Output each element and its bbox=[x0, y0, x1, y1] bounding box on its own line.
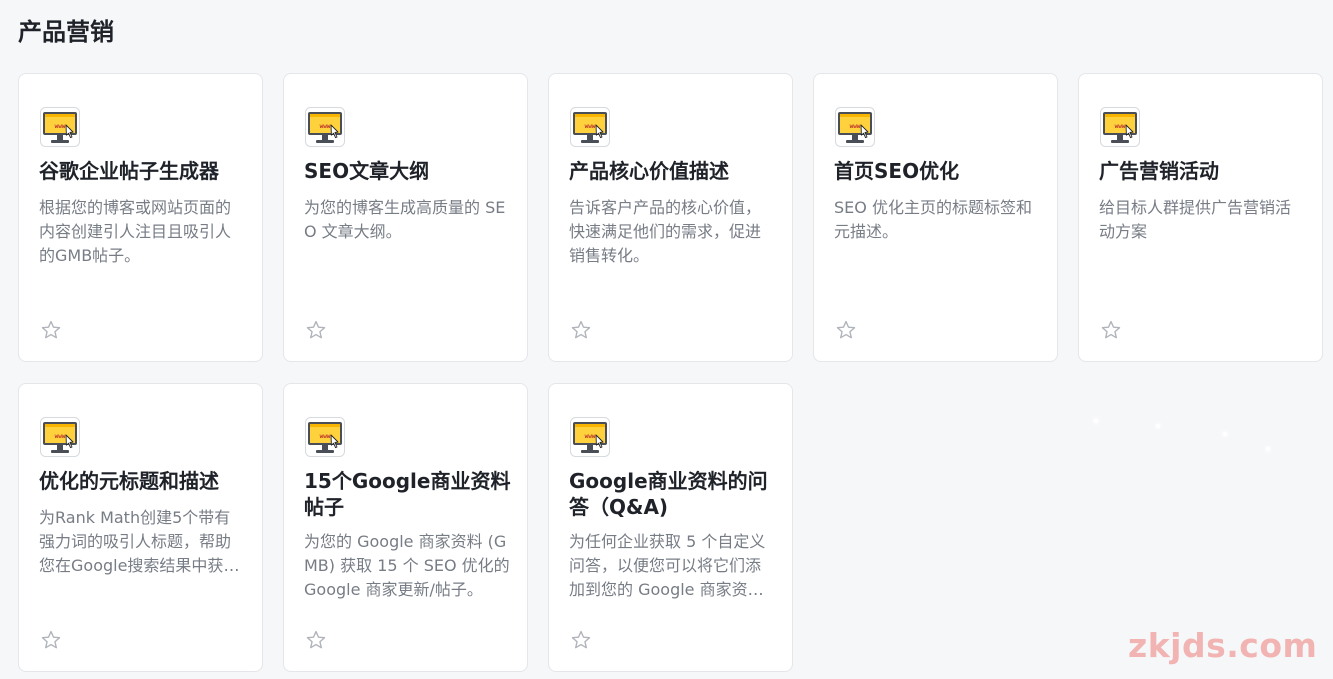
card-description: 为您的 Google 商家资料 (GMB) 获取 15 个 SEO 优化的 Go… bbox=[304, 532, 510, 599]
tool-card[interactable]: www 谷歌企业帖子生成器 根据您的博客或网站页面的内容创建引人注目且吸引人的G… bbox=[18, 73, 263, 362]
favorite-star-icon[interactable] bbox=[40, 629, 62, 651]
page: 产品营销 www 谷歌企业帖子生成器 根据您的博客或网站页面的内容创建引人注目且… bbox=[0, 0, 1333, 679]
tool-card[interactable]: www 15个Google商业资料帖子 为您的 Google 商家资料 (GMB… bbox=[283, 383, 528, 672]
card-description: 告诉客户产品的核心价值，快速满足他们的需求，促进销售转化。 bbox=[569, 198, 762, 265]
site-watermark: zkjds.com bbox=[1128, 626, 1318, 665]
card-title: Google商业资料的问答（Q&A) bbox=[569, 469, 768, 519]
svg-text:www: www bbox=[850, 123, 861, 130]
sparkle-decoration bbox=[1223, 432, 1227, 436]
svg-text:www: www bbox=[585, 433, 596, 440]
www-monitor-icon: www bbox=[305, 417, 345, 457]
sparkle-decoration bbox=[1094, 419, 1098, 423]
svg-text:www: www bbox=[1115, 123, 1126, 130]
tool-card[interactable]: www 广告营销活动 给目标人群提供广告营销活动方案 bbox=[1078, 73, 1323, 362]
www-monitor-icon: www bbox=[40, 417, 80, 457]
card-title: 15个Google商业资料帖子 bbox=[304, 469, 511, 519]
card-description: SEO 优化主页的标题标签和元描述。 bbox=[834, 198, 1032, 241]
favorite-star-icon[interactable] bbox=[40, 319, 62, 341]
tool-card-grid: www 谷歌企业帖子生成器 根据您的博客或网站页面的内容创建引人注目且吸引人的G… bbox=[18, 73, 1323, 672]
tool-card[interactable]: www SEO文章大纲 为您的博客生成高质量的 SEO 文章大纲。 bbox=[283, 73, 528, 362]
card-title: 广告营销活动 bbox=[1099, 159, 1219, 183]
svg-text:www: www bbox=[55, 433, 66, 440]
card-description: 给目标人群提供广告营销活动方案 bbox=[1099, 198, 1292, 241]
www-monitor-icon: www bbox=[835, 107, 875, 147]
tool-card[interactable]: www 首页SEO优化 SEO 优化主页的标题标签和元描述。 bbox=[813, 73, 1058, 362]
card-title: SEO文章大纲 bbox=[304, 159, 430, 183]
tool-card[interactable]: www 产品核心价值描述 告诉客户产品的核心价值，快速满足他们的需求，促进销售转… bbox=[548, 73, 793, 362]
card-title: 产品核心价值描述 bbox=[569, 159, 729, 183]
favorite-star-icon[interactable] bbox=[305, 629, 327, 651]
www-monitor-icon: www bbox=[570, 417, 610, 457]
svg-text:www: www bbox=[320, 123, 331, 130]
favorite-star-icon[interactable] bbox=[1100, 319, 1122, 341]
card-description: 为任何企业获取 5 个自定义问答，以便您可以将它们添加到您的 Google 商家… bbox=[569, 532, 766, 599]
card-title: 优化的元标题和描述 bbox=[39, 469, 219, 493]
tool-card[interactable]: www Google商业资料的问答（Q&A) 为任何企业获取 5 个自定义问答，… bbox=[548, 383, 793, 672]
svg-text:www: www bbox=[320, 433, 331, 440]
www-monitor-icon: www bbox=[570, 107, 610, 147]
tool-card[interactable]: www 优化的元标题和描述 为Rank Math创建5个带有强力词的吸引人标题，… bbox=[18, 383, 263, 672]
sparkle-decoration bbox=[1156, 424, 1160, 428]
section-title: 产品营销 bbox=[18, 18, 114, 46]
svg-text:www: www bbox=[585, 123, 596, 130]
favorite-star-icon[interactable] bbox=[305, 319, 327, 341]
card-description: 根据您的博客或网站页面的内容创建引人注目且吸引人的GMB帖子。 bbox=[39, 198, 232, 265]
card-description: 为Rank Math创建5个带有强力词的吸引人标题，帮助您在Google搜索结果… bbox=[39, 508, 240, 575]
favorite-star-icon[interactable] bbox=[570, 319, 592, 341]
card-title: 首页SEO优化 bbox=[834, 159, 960, 183]
favorite-star-icon[interactable] bbox=[570, 629, 592, 651]
www-monitor-icon: www bbox=[305, 107, 345, 147]
card-title: 谷歌企业帖子生成器 bbox=[39, 159, 219, 183]
svg-text:www: www bbox=[55, 123, 66, 130]
card-description: 为您的博客生成高质量的 SEO 文章大纲。 bbox=[304, 198, 506, 241]
www-monitor-icon: www bbox=[40, 107, 80, 147]
www-monitor-icon: www bbox=[1100, 107, 1140, 147]
favorite-star-icon[interactable] bbox=[835, 319, 857, 341]
sparkle-decoration bbox=[1266, 447, 1270, 451]
